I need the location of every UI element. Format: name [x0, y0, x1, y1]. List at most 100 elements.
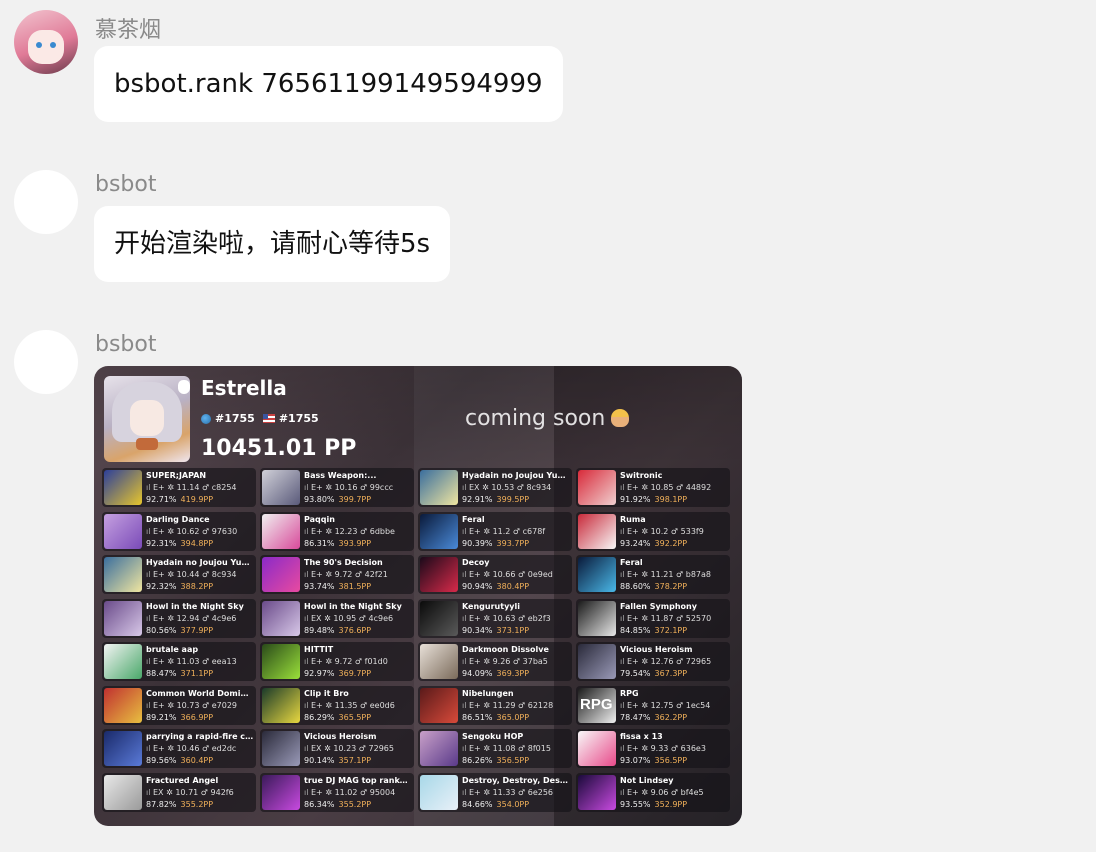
score-accuracy-pp: 86.34% 355.2PP: [304, 800, 371, 809]
score-pp: 419.9PP: [180, 495, 214, 504]
song-cover-thumbnail: [420, 644, 458, 679]
stars-icon: ✲: [167, 744, 175, 753]
song-cover-thumbnail: [420, 731, 458, 766]
mapper-icon: ♂: [202, 570, 210, 579]
song-cover-thumbnail: [104, 557, 142, 592]
accuracy: 93.74%: [304, 582, 335, 591]
score-pp: 388.2PP: [180, 582, 214, 591]
score-meta: ıl E+ ✲ 10.63 ♂ eb2f3: [462, 614, 551, 623]
difficulty: E+: [627, 657, 639, 666]
score-meta: ıl E+ ✲ 11.03 ♂ eea13: [146, 657, 237, 666]
stars-icon: ✲: [483, 613, 491, 623]
song-title: Hyadain no Joujou Yuujou: [146, 558, 254, 567]
score-accuracy-pp: 92.31% 394.8PP: [146, 539, 213, 548]
map-hash: 37ba5: [522, 657, 548, 666]
difficulty: E+: [311, 483, 323, 492]
star-rating: 10.44: [176, 570, 200, 579]
accuracy: 88.47%: [146, 669, 177, 678]
score-accuracy-pp: 93.74% 381.5PP: [304, 582, 371, 591]
difficulty: E+: [153, 526, 165, 536]
star-rating: 11.29: [492, 700, 516, 710]
avatar[interactable]: [14, 330, 78, 394]
mapper-icon: ♂: [518, 570, 526, 579]
mapper-icon: ♂: [202, 744, 210, 753]
stars-icon: ✲: [325, 526, 333, 536]
map-hash: 6dbbe: [369, 526, 395, 536]
stars-icon: ✲: [641, 483, 649, 492]
difficulty: E+: [153, 657, 165, 666]
map-hash: 97630: [211, 526, 238, 536]
stars-icon: ✲: [483, 570, 491, 579]
message-bubble[interactable]: bsbot.rank 76561199149594999: [94, 46, 563, 122]
star-rating: 10.85: [650, 483, 674, 492]
song-cover-thumbnail: [262, 774, 300, 810]
card-background: [94, 366, 742, 466]
stars-icon: ✲: [167, 526, 175, 536]
difficulty: E+: [311, 570, 323, 579]
score-tile: Sengoku HOP ıl E+ ✲ 11.08 ♂ 8f015 86.26% 35…: [418, 729, 572, 768]
difficulty: E+: [153, 700, 165, 710]
star-rating: 11.14: [176, 483, 200, 492]
score-accuracy-pp: 90.14% 357.1PP: [304, 756, 371, 765]
song-cover-thumbnail: [578, 557, 616, 592]
accuracy: 90.34%: [462, 625, 493, 635]
score-pp: 378.2PP: [654, 582, 688, 591]
score-accuracy-pp: 89.56% 360.4PP: [146, 756, 213, 765]
avatar[interactable]: [14, 170, 78, 234]
mapper-icon: ♂: [202, 613, 210, 623]
star-rating: 10.71: [175, 787, 199, 797]
rank-card-image[interactable]: Estrella #1755 #1755 10451.01 PP coming …: [94, 366, 742, 826]
signal-icon: ıl: [146, 483, 151, 492]
difficulty: E+: [627, 700, 639, 710]
map-hash: f01d0: [364, 657, 388, 666]
score-accuracy-pp: 84.85% 372.1PP: [620, 626, 687, 635]
map-hash: 99ccc: [369, 483, 394, 492]
map-hash: 636e3: [680, 744, 706, 753]
song-title: Feral: [462, 514, 485, 524]
song-title: Feral: [620, 558, 643, 567]
score-tile: HITTIT ıl E+ ✲ 9.72 ♂ f01d0 92.97% 369.7PP: [260, 642, 414, 681]
signal-icon: ıl: [304, 570, 309, 579]
song-title: fissa x 13: [620, 732, 663, 741]
map-hash: 72965: [685, 657, 712, 666]
score-tile: Hyadain no Joujou Yuujou ıl EX ✲ 10.53 ♂ …: [418, 468, 572, 507]
mapper-icon: ♂: [354, 570, 363, 579]
signal-icon: ıl: [462, 700, 467, 710]
star-rating: 11.35: [334, 700, 358, 710]
song-cover-thumbnail: [104, 600, 142, 636]
avatar[interactable]: [14, 10, 78, 74]
star-rating: 11.21: [650, 570, 674, 579]
stars-icon: ✲: [641, 613, 649, 623]
song-cover-thumbnail: [262, 513, 300, 549]
score-grid: SUPER;JAPAN ıl E+ ✲ 11.14 ♂ c8254 92.71% 41…: [102, 468, 734, 820]
song-cover-thumbnail: [578, 470, 616, 505]
map-hash: ed2dc: [211, 744, 237, 753]
message-bubble[interactable]: 开始渲染啦，请耐心等待5s: [94, 206, 451, 282]
accuracy: 92.97%: [304, 669, 335, 678]
difficulty: E+: [153, 570, 165, 579]
mapper-icon: ♂: [670, 744, 679, 753]
difficulty: E+: [469, 526, 481, 536]
mapper-icon: ♂: [676, 700, 684, 710]
accuracy: 90.14%: [304, 756, 335, 765]
stars-icon: ✲: [483, 744, 491, 753]
song-title: Destroy, Destroy, Destroy...: [462, 775, 570, 785]
mapper-icon: ♂: [360, 700, 368, 710]
signal-icon: ıl: [304, 526, 309, 536]
mapper-icon: ♂: [358, 613, 366, 623]
accuracy: 86.26%: [462, 756, 493, 765]
accuracy: 92.91%: [462, 495, 493, 504]
score-accuracy-pp: 92.97% 369.7PP: [304, 669, 371, 678]
song-title: true DJ MAG top ranker's...: [304, 775, 412, 785]
star-rating: 10.62: [176, 526, 200, 536]
accuracy: 88.60%: [620, 582, 651, 591]
star-rating: 12.75: [650, 700, 674, 710]
accuracy: 92.71%: [146, 495, 177, 504]
stars-icon: ✲: [483, 657, 491, 666]
score-accuracy-pp: 92.32% 388.2PP: [146, 582, 213, 591]
map-hash: eb2f3: [527, 613, 551, 623]
star-rating: 12.23: [334, 526, 358, 536]
song-title: Paqqin: [304, 514, 335, 524]
score-accuracy-pp: 79.54% 367.3PP: [620, 669, 687, 678]
score-tile: Howl in the Night Sky ıl EX ✲ 10.95 ♂ 4c9…: [260, 598, 414, 638]
